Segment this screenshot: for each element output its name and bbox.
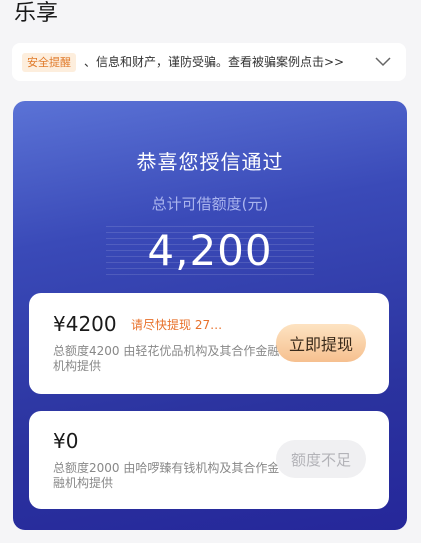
loan-available-amount: ¥4200 — [53, 312, 117, 336]
withdraw-now-button[interactable]: 立即提现 — [276, 324, 366, 362]
loan-available-amount: ¥0 — [53, 429, 79, 453]
loan-card-qinghua[interactable]: ¥4200 请尽快提现 27… 总额度4200 由轻花优品机构及其合作金融机构提… — [29, 293, 389, 394]
insufficient-credit-button: 额度不足 — [276, 440, 366, 478]
congrats-heading: 恭喜您授信通过 — [136, 150, 284, 174]
credit-approval-card: 恭喜您授信通过 总计可借额度(元) 4,200 ¥4200 请尽快提现 27… … — [13, 101, 407, 530]
total-credit-label: 总计可借额度(元) — [151, 195, 269, 213]
loan-description: 总额度2000 由哈啰臻有钱机构及其合作金融机构提供 — [53, 461, 280, 490]
chevron-down-icon[interactable] — [370, 49, 396, 75]
page-title: 乐享 — [14, 1, 59, 26]
loan-urgent-notice: 请尽快提现 27… — [131, 318, 223, 332]
total-credit-amount: 4,200 — [147, 226, 273, 275]
security-notice-bar[interactable]: 安全提醒 、信息和财产，谨防受骗。查看被骗案例点击>> — [12, 43, 406, 81]
security-notice-badge: 安全提醒 — [22, 52, 76, 72]
total-credit-amount-block: 4,200 — [106, 221, 314, 281]
loan-description: 总额度4200 由轻花优品机构及其合作金融机构提供 — [53, 344, 280, 373]
security-notice-text[interactable]: 、信息和财产，谨防受骗。查看被骗案例点击>> — [84, 54, 364, 70]
loan-card-haluo[interactable]: ¥0 总额度2000 由哈啰臻有钱机构及其合作金融机构提供 额度不足 — [29, 411, 389, 509]
